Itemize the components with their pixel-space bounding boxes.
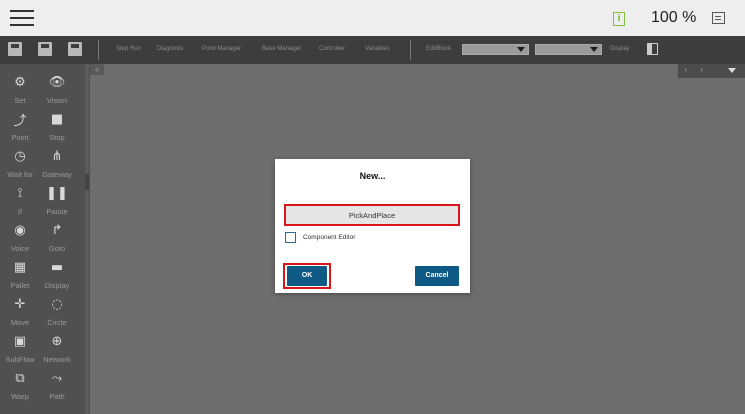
sidebar-item-point[interactable]: ⤴ Point bbox=[0, 107, 40, 149]
sidebar-item-stop[interactable]: ■ Stop bbox=[37, 107, 77, 149]
sidebar-item-label: Path bbox=[49, 392, 65, 401]
pallet-icon: ▦ bbox=[13, 259, 27, 275]
collapse-sidebar-icon[interactable]: « bbox=[90, 64, 104, 75]
subflow-icon: ▣ bbox=[13, 333, 27, 349]
save-icon[interactable] bbox=[38, 42, 52, 56]
sidebar-item-label: If bbox=[17, 207, 23, 216]
cancel-button[interactable]: Cancel bbox=[415, 266, 459, 286]
display-label[interactable]: Display bbox=[610, 46, 630, 52]
file-icon[interactable] bbox=[8, 42, 22, 56]
top-bar: i 100 % bbox=[0, 0, 745, 36]
secondary-select[interactable] bbox=[535, 44, 602, 55]
sidebar-item-label: Point bbox=[11, 133, 29, 142]
screen-icon[interactable] bbox=[712, 12, 725, 24]
project-name-input[interactable] bbox=[284, 204, 460, 226]
if-icon: ⟟ bbox=[17, 185, 23, 201]
toolbar-divider bbox=[410, 40, 411, 60]
sidebar-item-label: Vision bbox=[46, 96, 68, 105]
scrollbar-handle[interactable] bbox=[85, 174, 89, 190]
info-icon[interactable]: i bbox=[613, 12, 625, 26]
toolbar: Step Run Diagnosis Point Manager Base Ma… bbox=[0, 36, 745, 64]
voice-icon: ◉ bbox=[14, 222, 26, 238]
zoom-level: 100 % bbox=[651, 9, 697, 26]
circle-icon: ◌ bbox=[51, 296, 63, 312]
sidebar-item-label: Set bbox=[14, 96, 26, 105]
sidebar-item-move[interactable]: ✛ Move bbox=[0, 292, 40, 334]
set-icon: ⚙ bbox=[14, 74, 26, 90]
wait-for-icon: ◷ bbox=[14, 148, 26, 164]
pause-icon: ❚❚ bbox=[46, 185, 68, 201]
sidebar-item-set[interactable]: ⚙ Set bbox=[0, 70, 40, 112]
sidebar-item-label: SubFlow bbox=[5, 355, 35, 364]
network-icon: ⊕ bbox=[51, 333, 63, 349]
sidebar-item-label: Voice bbox=[10, 244, 30, 253]
sidebar-item-label: Circle bbox=[47, 318, 67, 327]
sidebar-item-label: Move bbox=[10, 318, 30, 327]
warp-icon: ⧉ bbox=[15, 370, 25, 386]
chevron-down-icon[interactable] bbox=[728, 68, 736, 73]
point-icon: ⤴ bbox=[13, 113, 27, 129]
toolbar-controller[interactable]: Controller bbox=[319, 46, 345, 52]
sidebar-item-label: Goto bbox=[48, 244, 66, 253]
sidebar-item-pallet[interactable]: ▦ Pallet bbox=[0, 255, 40, 297]
nav-prev-icon[interactable]: ‹ bbox=[684, 65, 687, 74]
toolbar-point-manager[interactable]: Point Manager bbox=[202, 46, 241, 52]
path-icon: ⤳ bbox=[51, 370, 63, 386]
editblock-select[interactable] bbox=[462, 44, 529, 55]
sidebar-item-circle[interactable]: ◌ Circle bbox=[37, 292, 77, 334]
command-sidebar: ⚙ Set 👁 Vision ⤴ Point ■ Stop ◷ Wait for ⋔ Gat… bbox=[0, 64, 90, 414]
sidebar-item-wait-for[interactable]: ◷ Wait for bbox=[0, 144, 40, 186]
sidebar-item-label: Warp bbox=[11, 392, 29, 401]
sidebar-item-label: Pallet bbox=[10, 281, 30, 290]
toolbar-variables[interactable]: Variables bbox=[365, 46, 390, 52]
sidebar-item-display[interactable]: ▬ Display bbox=[37, 255, 77, 297]
sidebar-item-subflow[interactable]: ▣ SubFlow bbox=[0, 329, 40, 371]
sidebar-item-label: Network bbox=[43, 355, 71, 364]
component-editor-checkbox[interactable] bbox=[285, 232, 296, 243]
nav-next-icon[interactable]: › bbox=[700, 65, 703, 74]
toolbar-diagnosis[interactable]: Diagnosis bbox=[157, 46, 183, 52]
gateway-icon: ⋔ bbox=[51, 148, 63, 164]
move-icon: ✛ bbox=[14, 296, 26, 312]
sidebar-item-voice[interactable]: ◉ Voice bbox=[0, 218, 40, 260]
chevron-down-icon bbox=[590, 47, 598, 52]
toolbar-divider bbox=[98, 40, 99, 60]
vision-icon: 👁 bbox=[48, 74, 66, 90]
goto-icon: ↱ bbox=[51, 222, 63, 238]
canvas-nav: ‹ › bbox=[678, 64, 745, 78]
sidebar-item-label: Stop bbox=[49, 133, 65, 142]
sidebar-item-label: Wait for bbox=[7, 170, 33, 179]
sidebar-item-network[interactable]: ⊕ Network bbox=[37, 329, 77, 371]
display-icon: ▬ bbox=[50, 259, 64, 275]
chevron-down-icon bbox=[517, 47, 525, 52]
toolbar-base-manager[interactable]: Base Manager bbox=[262, 46, 301, 52]
sidebar-item-path[interactable]: ⤳ Path bbox=[37, 366, 77, 408]
ok-button[interactable]: OK bbox=[287, 266, 327, 286]
layout-toggle-icon[interactable] bbox=[647, 43, 658, 55]
editblock-label: EditBlock bbox=[426, 46, 452, 52]
sidebar-item-vision[interactable]: 👁 Vision bbox=[37, 70, 77, 112]
toolbar-step-run[interactable]: Step Run bbox=[116, 46, 141, 52]
new-project-dialog: New... Component Editor OK Cancel bbox=[275, 159, 470, 293]
save-as-icon[interactable] bbox=[68, 42, 82, 56]
sidebar-item-goto[interactable]: ↱ Goto bbox=[37, 218, 77, 260]
sidebar-item-if[interactable]: ⟟ If bbox=[0, 181, 40, 223]
dialog-title: New... bbox=[359, 171, 386, 181]
sidebar-item-label: Gateway bbox=[42, 170, 72, 179]
hamburger-menu-icon[interactable] bbox=[10, 8, 34, 28]
stop-icon: ■ bbox=[50, 111, 64, 127]
sidebar-scrollbar[interactable] bbox=[85, 64, 89, 414]
sidebar-item-warp[interactable]: ⧉ Warp bbox=[0, 366, 40, 408]
sidebar-item-pause[interactable]: ❚❚ Pause bbox=[37, 181, 77, 223]
sidebar-item-gateway[interactable]: ⋔ Gateway bbox=[37, 144, 77, 186]
checkbox-label: Component Editor bbox=[303, 234, 356, 241]
sidebar-item-label: Display bbox=[44, 281, 70, 290]
sidebar-item-label: Pause bbox=[46, 207, 68, 216]
